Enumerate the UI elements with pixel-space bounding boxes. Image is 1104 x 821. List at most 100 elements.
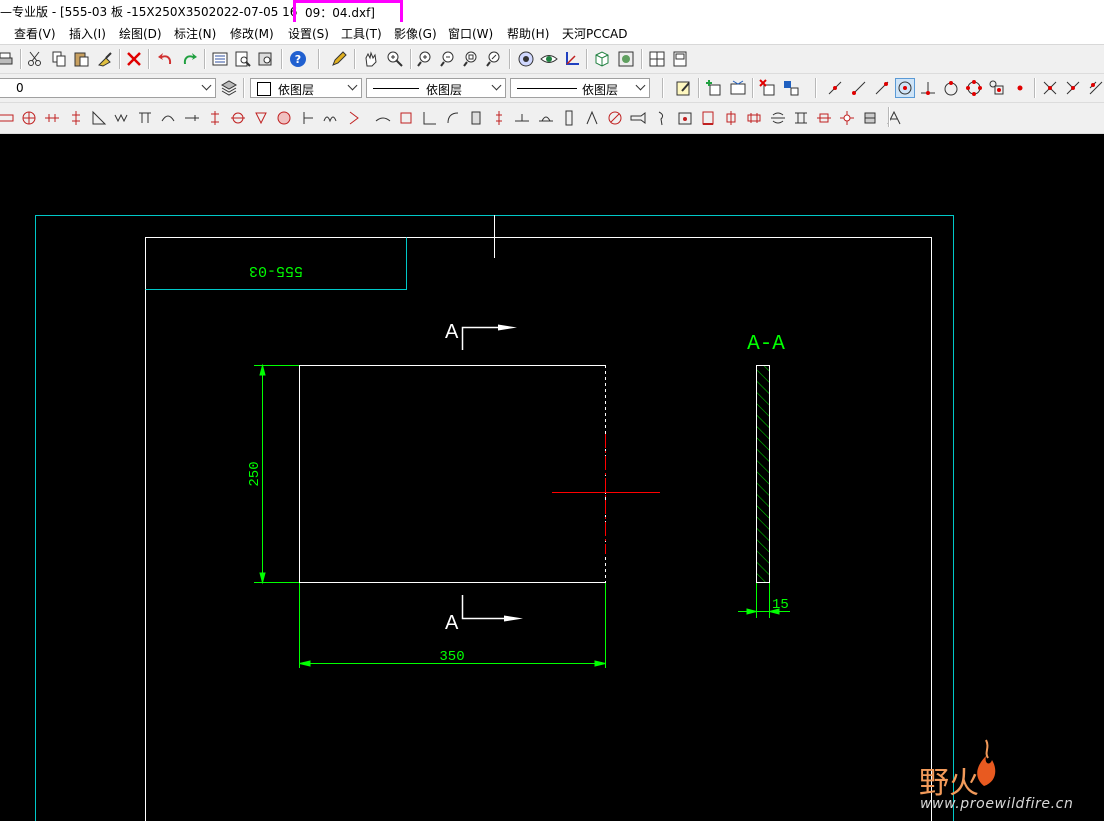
zoom-previous-icon[interactable] — [486, 50, 504, 68]
flange-icon[interactable] — [299, 109, 317, 127]
find-icon[interactable] — [234, 50, 252, 68]
nut-icon[interactable] — [183, 109, 201, 127]
copy-icon[interactable] — [50, 50, 68, 68]
menu-settings[interactable]: 设置(S) — [288, 25, 329, 42]
match-properties-icon[interactable] — [96, 50, 114, 68]
linetype-select[interactable]: 依图层 — [366, 78, 506, 98]
angle-icon[interactable] — [421, 109, 439, 127]
snap-tangent-icon[interactable] — [942, 79, 960, 97]
pencil-icon[interactable] — [330, 50, 348, 68]
bracket-icon[interactable] — [583, 109, 601, 127]
ucs-axis-icon[interactable] — [563, 50, 581, 68]
cylinder-icon[interactable] — [699, 109, 717, 127]
redo-icon[interactable] — [180, 50, 198, 68]
menu-view[interactable]: 查看(V) — [14, 25, 56, 42]
spring-icon[interactable] — [113, 109, 131, 127]
snap-perpendicular-icon[interactable] — [919, 79, 937, 97]
edit-properties-icon[interactable] — [675, 79, 693, 97]
seal-icon[interactable] — [861, 109, 879, 127]
snap-node-icon[interactable] — [1011, 79, 1029, 97]
pin-icon[interactable] — [43, 109, 61, 127]
properties-icon[interactable] — [211, 50, 229, 68]
menu-modify[interactable]: 修改(M) — [230, 25, 274, 42]
snap-center-icon[interactable] — [895, 78, 915, 98]
rivet-icon[interactable] — [490, 109, 508, 127]
nozzle-icon[interactable] — [629, 109, 647, 127]
pan-icon[interactable] — [362, 50, 380, 68]
layer-manager-icon[interactable] — [220, 79, 238, 97]
bolt-head-icon[interactable] — [20, 109, 38, 127]
dome-icon[interactable] — [537, 109, 555, 127]
delete-icon[interactable] — [125, 50, 143, 68]
layer-merge-icon[interactable] — [782, 79, 800, 97]
paste-icon[interactable] — [73, 50, 91, 68]
square-icon[interactable] — [397, 109, 415, 127]
cross-icon[interactable] — [838, 109, 856, 127]
orbit-icon[interactable] — [517, 50, 535, 68]
plate-icon[interactable] — [560, 109, 578, 127]
menu-draw[interactable]: 绘图(D) — [119, 25, 162, 42]
weld-icon[interactable] — [90, 109, 108, 127]
menu-dimension[interactable]: 标注(N) — [174, 25, 216, 42]
wave-spring-icon[interactable] — [322, 109, 340, 127]
snap-parallel-icon[interactable] — [1087, 79, 1104, 97]
chevron-icon[interactable] — [345, 109, 363, 127]
cut-icon[interactable] — [26, 50, 44, 68]
layer-state-icon[interactable] — [729, 79, 747, 97]
housing-icon[interactable] — [792, 109, 810, 127]
color-select[interactable]: 依图层 — [250, 78, 362, 98]
chevron-down-icon — [635, 80, 646, 91]
section-arrow-top — [461, 326, 498, 350]
ring-icon[interactable] — [606, 109, 624, 127]
curve-icon[interactable] — [374, 109, 392, 127]
cone-icon[interactable] — [252, 109, 270, 127]
viewport-icon[interactable] — [648, 50, 666, 68]
undo-icon[interactable] — [157, 50, 175, 68]
menu-tools[interactable]: 工具(T) — [341, 25, 382, 42]
sleeve-icon[interactable] — [815, 109, 833, 127]
arc-icon[interactable] — [159, 109, 177, 127]
menu-image[interactable]: 影像(G) — [394, 25, 437, 42]
zoom-in-icon[interactable] — [417, 50, 435, 68]
zoom-realtime-icon[interactable] — [386, 50, 404, 68]
print-icon[interactable] — [0, 50, 14, 68]
snap-endpoint-icon[interactable] — [826, 79, 844, 97]
gear-icon[interactable] — [745, 109, 763, 127]
layer-select[interactable]: 0 — [0, 78, 216, 98]
box-part-icon[interactable] — [676, 109, 694, 127]
view-eye-icon[interactable] — [540, 50, 558, 68]
lineweight-select[interactable]: 依图层 — [510, 78, 650, 98]
bearing-icon[interactable] — [275, 109, 293, 127]
layout-icon[interactable] — [671, 50, 689, 68]
snap-extension-icon[interactable] — [873, 79, 891, 97]
washer-icon[interactable] — [229, 109, 247, 127]
snap-midpoint-icon[interactable] — [850, 79, 868, 97]
drawing-canvas[interactable]: 555-03 A 250 350 A A-A 15 — [0, 134, 1104, 821]
snap-apparent-icon[interactable] — [1064, 79, 1082, 97]
render-icon[interactable] — [617, 50, 635, 68]
zoom-out-icon[interactable] — [440, 50, 458, 68]
key-icon[interactable] — [67, 109, 85, 127]
menu-insert[interactable]: 插入(I) — [69, 25, 106, 42]
pulley-icon[interactable] — [769, 109, 787, 127]
shaft-icon[interactable] — [0, 109, 15, 127]
snap-quadrant-icon[interactable] — [965, 79, 983, 97]
gasket-icon[interactable] — [136, 109, 154, 127]
menu-pccad[interactable]: 天河PCCAD — [562, 25, 627, 42]
snap-insert-icon[interactable] — [988, 79, 1006, 97]
hook-icon[interactable] — [653, 109, 671, 127]
coupling-icon[interactable] — [722, 109, 740, 127]
elbow-icon[interactable] — [444, 109, 462, 127]
3d-view-icon[interactable] — [593, 50, 611, 68]
menu-help[interactable]: 帮助(H) — [507, 25, 549, 42]
menu-window[interactable]: 窗口(W) — [448, 25, 493, 42]
tee-icon[interactable] — [513, 109, 531, 127]
help-icon[interactable]: ? — [289, 50, 307, 68]
delete-layer-icon[interactable] — [759, 79, 777, 97]
block-icon[interactable] — [467, 109, 485, 127]
zoom-window-icon[interactable] — [463, 50, 481, 68]
add-layer-icon[interactable] — [705, 79, 723, 97]
stud-icon[interactable] — [206, 109, 224, 127]
snap-intersection-icon[interactable] — [1041, 79, 1059, 97]
print-preview-icon[interactable] — [257, 50, 275, 68]
